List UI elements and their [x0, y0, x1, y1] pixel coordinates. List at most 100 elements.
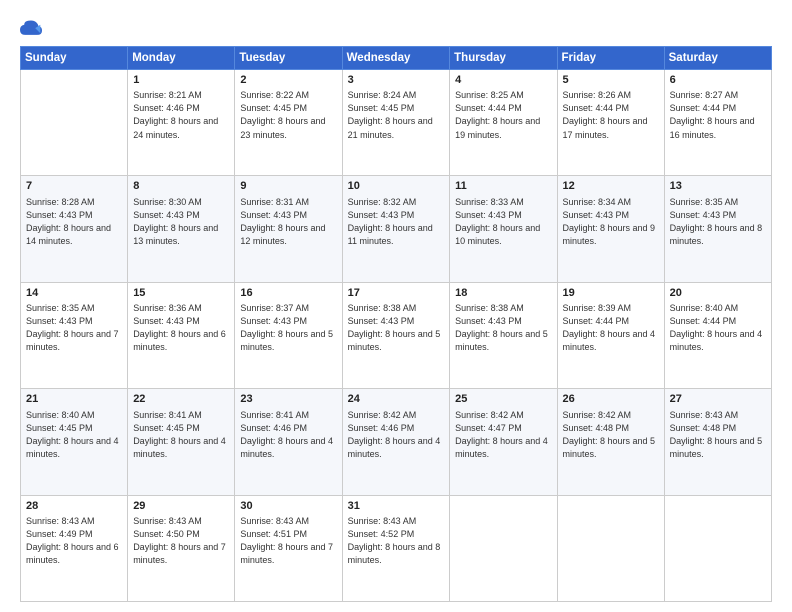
calendar-day-cell: 30Sunrise: 8:43 AMSunset: 4:51 PMDayligh…: [235, 495, 342, 601]
day-info: Sunrise: 8:37 AMSunset: 4:43 PMDaylight:…: [240, 302, 336, 354]
calendar-day-cell: 16Sunrise: 8:37 AMSunset: 4:43 PMDayligh…: [235, 282, 342, 388]
calendar-week-row: 1Sunrise: 8:21 AMSunset: 4:46 PMDaylight…: [21, 70, 772, 176]
calendar-day-cell: 29Sunrise: 8:43 AMSunset: 4:50 PMDayligh…: [128, 495, 235, 601]
day-number: 17: [348, 286, 445, 301]
day-number: 10: [348, 179, 445, 194]
calendar-day-cell: 31Sunrise: 8:43 AMSunset: 4:52 PMDayligh…: [342, 495, 450, 601]
day-info: Sunrise: 8:30 AMSunset: 4:43 PMDaylight:…: [133, 196, 229, 248]
day-info: Sunrise: 8:43 AMSunset: 4:49 PMDaylight:…: [26, 515, 122, 567]
calendar-day-cell: [450, 495, 557, 601]
day-info: Sunrise: 8:35 AMSunset: 4:43 PMDaylight:…: [670, 196, 766, 248]
day-info: Sunrise: 8:38 AMSunset: 4:43 PMDaylight:…: [455, 302, 551, 354]
calendar-day-cell: 8 Sunrise: 8:30 AMSunset: 4:43 PMDaylight…: [128, 176, 235, 282]
day-info: Sunrise: 8:22 AMSunset: 4:45 PMDaylight:…: [240, 89, 336, 141]
calendar-day-cell: 13 Sunrise: 8:35 AMSunset: 4:43 PMDayligh…: [664, 176, 771, 282]
calendar-day-cell: 25 Sunrise: 8:42 AMSunset: 4:47 PMDayligh…: [450, 389, 557, 495]
day-info: Sunrise: 8:42 AMSunset: 4:48 PMDaylight:…: [563, 409, 659, 461]
day-number: 22: [133, 392, 229, 407]
calendar-day-cell: 23 Sunrise: 8:41 AMSunset: 4:46 PMDayligh…: [235, 389, 342, 495]
logo-icon: [20, 18, 42, 40]
day-number: 5: [563, 73, 659, 88]
day-info: Sunrise: 8:43 AMSunset: 4:48 PMDaylight:…: [670, 409, 766, 461]
calendar-day-cell: 24 Sunrise: 8:42 AMSunset: 4:46 PMDayligh…: [342, 389, 450, 495]
day-info: Sunrise: 8:43 AMSunset: 4:52 PMDaylight:…: [348, 515, 445, 567]
day-number: 24: [348, 392, 445, 407]
calendar-day-cell: 21 Sunrise: 8:40 AMSunset: 4:45 PMDayligh…: [21, 389, 128, 495]
day-number: 21: [26, 392, 122, 407]
calendar-header-row: SundayMondayTuesdayWednesdayThursdayFrid…: [21, 47, 772, 70]
day-number: 2: [240, 73, 336, 88]
calendar-day-cell: [557, 495, 664, 601]
weekday-header: Friday: [557, 47, 664, 70]
calendar-day-cell: 10Sunrise: 8:32 AMSunset: 4:43 PMDayligh…: [342, 176, 450, 282]
day-info: Sunrise: 8:35 AMSunset: 4:43 PMDaylight:…: [26, 302, 122, 354]
day-info: Sunrise: 8:36 AMSunset: 4:43 PMDaylight:…: [133, 302, 229, 354]
day-info: Sunrise: 8:25 AMSunset: 4:44 PMDaylight:…: [455, 89, 551, 141]
calendar-table: SundayMondayTuesdayWednesdayThursdayFrid…: [20, 46, 772, 602]
calendar-day-cell: 9 Sunrise: 8:31 AMSunset: 4:43 PMDaylight…: [235, 176, 342, 282]
calendar-week-row: 21 Sunrise: 8:40 AMSunset: 4:45 PMDayligh…: [21, 389, 772, 495]
day-info: Sunrise: 8:34 AMSunset: 4:43 PMDaylight:…: [563, 196, 659, 248]
day-info: Sunrise: 8:33 AMSunset: 4:43 PMDaylight:…: [455, 196, 551, 248]
day-number: 8: [133, 179, 229, 194]
day-info: Sunrise: 8:39 AMSunset: 4:44 PMDaylight:…: [563, 302, 659, 354]
day-info: Sunrise: 8:31 AMSunset: 4:43 PMDaylight:…: [240, 196, 336, 248]
calendar-day-cell: 28Sunrise: 8:43 AMSunset: 4:49 PMDayligh…: [21, 495, 128, 601]
day-number: 25: [455, 392, 551, 407]
day-number: 7: [26, 179, 122, 194]
day-info: Sunrise: 8:40 AMSunset: 4:45 PMDaylight:…: [26, 409, 122, 461]
calendar-day-cell: 18Sunrise: 8:38 AMSunset: 4:43 PMDayligh…: [450, 282, 557, 388]
calendar-day-cell: 22 Sunrise: 8:41 AMSunset: 4:45 PMDayligh…: [128, 389, 235, 495]
calendar-day-cell: [664, 495, 771, 601]
calendar-body: 1Sunrise: 8:21 AMSunset: 4:46 PMDaylight…: [21, 70, 772, 602]
day-number: 30: [240, 499, 336, 514]
day-number: 29: [133, 499, 229, 514]
day-info: Sunrise: 8:42 AMSunset: 4:46 PMDaylight:…: [348, 409, 445, 461]
logo: [20, 18, 46, 40]
day-number: 11: [455, 179, 551, 194]
calendar-day-cell: 2Sunrise: 8:22 AMSunset: 4:45 PMDaylight…: [235, 70, 342, 176]
calendar-page: SundayMondayTuesdayWednesdayThursdayFrid…: [0, 0, 792, 612]
day-info: Sunrise: 8:43 AMSunset: 4:50 PMDaylight:…: [133, 515, 229, 567]
day-number: 16: [240, 286, 336, 301]
day-info: Sunrise: 8:21 AMSunset: 4:46 PMDaylight:…: [133, 89, 229, 141]
day-number: 1: [133, 73, 229, 88]
day-info: Sunrise: 8:41 AMSunset: 4:46 PMDaylight:…: [240, 409, 336, 461]
day-number: 4: [455, 73, 551, 88]
calendar-week-row: 7 Sunrise: 8:28 AMSunset: 4:43 PMDaylight…: [21, 176, 772, 282]
calendar-day-cell: 15Sunrise: 8:36 AMSunset: 4:43 PMDayligh…: [128, 282, 235, 388]
calendar-day-cell: 17Sunrise: 8:38 AMSunset: 4:43 PMDayligh…: [342, 282, 450, 388]
calendar-day-cell: 11 Sunrise: 8:33 AMSunset: 4:43 PMDayligh…: [450, 176, 557, 282]
calendar-week-row: 14Sunrise: 8:35 AMSunset: 4:43 PMDayligh…: [21, 282, 772, 388]
day-number: 26: [563, 392, 659, 407]
day-number: 15: [133, 286, 229, 301]
calendar-day-cell: 7 Sunrise: 8:28 AMSunset: 4:43 PMDaylight…: [21, 176, 128, 282]
day-number: 18: [455, 286, 551, 301]
calendar-day-cell: 26 Sunrise: 8:42 AMSunset: 4:48 PMDayligh…: [557, 389, 664, 495]
day-number: 9: [240, 179, 336, 194]
weekday-header: Wednesday: [342, 47, 450, 70]
calendar-day-cell: 20Sunrise: 8:40 AMSunset: 4:44 PMDayligh…: [664, 282, 771, 388]
calendar-day-cell: 5Sunrise: 8:26 AMSunset: 4:44 PMDaylight…: [557, 70, 664, 176]
calendar-day-cell: 12Sunrise: 8:34 AMSunset: 4:43 PMDayligh…: [557, 176, 664, 282]
header: [20, 18, 772, 40]
calendar-week-row: 28Sunrise: 8:43 AMSunset: 4:49 PMDayligh…: [21, 495, 772, 601]
day-info: Sunrise: 8:42 AMSunset: 4:47 PMDaylight:…: [455, 409, 551, 461]
day-info: Sunrise: 8:40 AMSunset: 4:44 PMDaylight:…: [670, 302, 766, 354]
day-number: 6: [670, 73, 766, 88]
day-number: 27: [670, 392, 766, 407]
day-number: 31: [348, 499, 445, 514]
day-info: Sunrise: 8:38 AMSunset: 4:43 PMDaylight:…: [348, 302, 445, 354]
day-info: Sunrise: 8:28 AMSunset: 4:43 PMDaylight:…: [26, 196, 122, 248]
day-number: 3: [348, 73, 445, 88]
day-info: Sunrise: 8:27 AMSunset: 4:44 PMDaylight:…: [670, 89, 766, 141]
day-number: 20: [670, 286, 766, 301]
weekday-header: Monday: [128, 47, 235, 70]
day-number: 13: [670, 179, 766, 194]
calendar-day-cell: [21, 70, 128, 176]
day-number: 23: [240, 392, 336, 407]
day-info: Sunrise: 8:24 AMSunset: 4:45 PMDaylight:…: [348, 89, 445, 141]
weekday-header: Tuesday: [235, 47, 342, 70]
day-info: Sunrise: 8:41 AMSunset: 4:45 PMDaylight:…: [133, 409, 229, 461]
calendar-day-cell: 1Sunrise: 8:21 AMSunset: 4:46 PMDaylight…: [128, 70, 235, 176]
